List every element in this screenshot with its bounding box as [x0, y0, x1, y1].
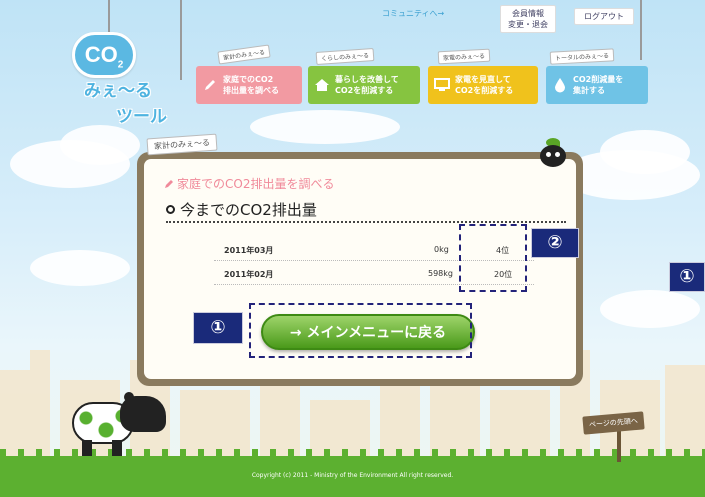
section-title: 家庭でのCO2排出量を調べる	[164, 175, 334, 192]
logout-link[interactable]: ログアウト	[574, 8, 634, 25]
member-info-link[interactable]: 会員情報 変更・退会	[500, 5, 556, 33]
logo-co2-sub: 2	[117, 59, 124, 71]
nav-box: 暮らしを改善して CO2を削減する	[308, 66, 420, 104]
annotation-marker-1-right: ①	[669, 262, 705, 292]
nav-tab-total[interactable]: トータルのみぇ〜る CO2削減量を 集計する	[546, 48, 650, 104]
pencil-icon	[202, 77, 218, 93]
nav-label1: CO2削減量を	[573, 75, 624, 84]
page-heading: 今までのCO2排出量	[166, 199, 317, 220]
copyright: Copyright (c) 2011 - Ministry of the Env…	[251, 472, 454, 479]
nav-tab-household[interactable]: 家計のみぇ〜る 家庭でのCO2 排出量を調べる	[190, 44, 302, 104]
nav-label2: 排出量を調べる	[223, 86, 279, 95]
tapir-mascot	[72, 392, 172, 456]
cloud	[30, 250, 130, 286]
nav-tag: 家計のみぇ〜る	[217, 44, 271, 65]
nav-box: 家庭でのCO2 排出量を調べる	[196, 66, 302, 104]
nav-label2: CO2を削減する	[335, 86, 394, 95]
row-amount: 0kg	[434, 245, 449, 254]
row-month: 2011年03月	[224, 246, 274, 255]
page-top-sign[interactable]: ページの先頭へ	[582, 411, 645, 462]
cloud	[250, 110, 400, 144]
cloud	[600, 130, 690, 174]
section-title-text: 家庭でのCO2排出量を調べる	[177, 177, 335, 191]
bullet-icon	[166, 205, 175, 214]
row-month: 2011年02月	[224, 270, 274, 279]
nav-tag: トータルのみぇ〜る	[549, 48, 615, 65]
nav-label2: 集計する	[573, 86, 605, 95]
nav-label1: 暮らしを改善して	[335, 75, 399, 84]
nav-label2: CO2を削減する	[455, 86, 514, 95]
app-logo[interactable]: CO2 みぇ〜る ツール	[72, 32, 192, 127]
page-heading-text: 今までのCO2排出量	[180, 201, 317, 219]
community-link-label: コミュニティへ→	[382, 9, 445, 18]
house-icon	[314, 77, 330, 93]
annotation-box-ranks	[459, 224, 527, 292]
nav-tab-appliances[interactable]: 家電のみぇ〜る 家電を見直して CO2を削減する	[428, 48, 540, 104]
pencil-icon	[165, 179, 173, 188]
mascot-bulb	[538, 138, 568, 168]
monitor-icon	[434, 77, 450, 93]
member-info-line2: 変更・退会	[508, 20, 548, 29]
nav-label1: 家電を見直して	[455, 75, 511, 84]
nav-box: CO2削減量を 集計する	[546, 66, 648, 104]
nav-tag: くらしのみぇ〜る	[315, 47, 375, 66]
annotation-marker-1: ①	[193, 312, 243, 344]
nav-tag: 家電のみぇ〜る	[437, 48, 491, 65]
heading-divider	[166, 221, 566, 223]
nav-label1: 家庭でのCO2	[223, 75, 274, 84]
cloud	[60, 125, 140, 165]
logout-label: ログアウト	[584, 12, 624, 21]
annotation-marker-2: ②	[531, 228, 579, 258]
hanging-string	[108, 0, 110, 36]
member-info-line1: 会員情報	[512, 9, 544, 18]
nav-tab-lifestyle[interactable]: くらしのみぇ〜る 暮らしを改善して CO2を削減する	[308, 47, 422, 104]
logo-line2: ツール	[116, 107, 167, 127]
annotation-box-button	[249, 303, 472, 358]
nav-box: 家電を見直して CO2を削減する	[428, 66, 538, 104]
logo-co2-text: CO	[84, 42, 118, 67]
community-link[interactable]: コミュニティへ→	[378, 6, 448, 21]
logo-line1: みぇ〜る	[84, 81, 152, 101]
cloud	[600, 290, 700, 328]
logo-co2-badge: CO2	[72, 32, 136, 78]
drop-icon	[552, 77, 568, 93]
row-amount: 598kg	[428, 269, 453, 278]
page-top-label: ページの先頭へ	[582, 411, 645, 435]
